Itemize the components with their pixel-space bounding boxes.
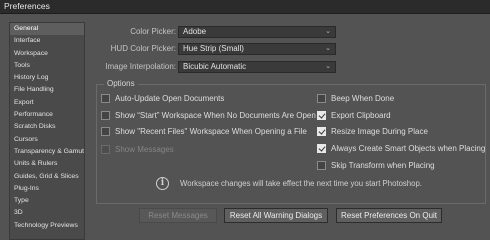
always-create-smart-objects-checkbox[interactable] (317, 144, 326, 153)
sidebar-item-technology-previews[interactable]: Technology Previews (10, 220, 84, 232)
auto-update-open-documents-checkbox[interactable] (101, 94, 110, 103)
window-title: Preferences (0, 0, 490, 14)
hud-color-picker-value: Hue Strip (Small) (183, 44, 244, 53)
color-picker-value: Adobe (183, 27, 207, 36)
sidebar-item-performance[interactable]: Performance (10, 109, 84, 121)
show-recent-files-workspace-label: Show "Recent Files" Workspace When Openi… (115, 127, 307, 136)
info-icon: i (156, 177, 169, 190)
resize-image-during-place-label: Resize Image During Place (331, 127, 428, 136)
sidebar-item-tools[interactable]: Tools (10, 60, 84, 72)
show-start-workspace-checkbox[interactable] (101, 111, 110, 120)
resize-image-during-place-checkbox[interactable] (317, 127, 326, 136)
sidebar-item-type[interactable]: Type (10, 195, 84, 207)
workspace-info-text: Workspace changes will take effect the n… (180, 179, 422, 188)
sidebar-item-units-rulers[interactable]: Units & Rulers (10, 158, 84, 170)
chevron-down-icon: ⌄ (325, 28, 331, 35)
export-clipboard-label: Export Clipboard (331, 111, 391, 120)
show-messages-checkbox (101, 145, 110, 154)
sidebar-item-scratch-disks[interactable]: Scratch Disks (10, 121, 84, 133)
show-recent-files-workspace-checkbox[interactable] (101, 127, 110, 136)
options-title: Options (104, 79, 138, 88)
reset-preferences-on-quit-button[interactable]: Reset Preferences On Quit (336, 208, 442, 223)
sidebar-item-cursors[interactable]: Cursors (10, 134, 84, 146)
always-create-smart-objects-label: Always Create Smart Objects when Placing (331, 144, 486, 153)
reset-all-warning-dialogs-button[interactable]: Reset All Warning Dialogs (224, 208, 328, 223)
color-picker-select[interactable]: Adobe ⌄ (178, 26, 336, 38)
reset-messages-button: Reset Messages (139, 208, 217, 223)
image-interpolation-label: Image Interpolation: (105, 62, 176, 71)
color-picker-label: Color Picker: (130, 27, 176, 36)
sidebar-item-file-handling[interactable]: File Handling (10, 84, 84, 96)
sidebar-item-history-log[interactable]: History Log (10, 72, 84, 84)
skip-transform-when-placing-checkbox[interactable] (317, 161, 326, 170)
sidebar-item-export[interactable]: Export (10, 97, 84, 109)
sidebar-item-guides-grid-slices[interactable]: Guides, Grid & Slices (10, 171, 84, 183)
hud-color-picker-select[interactable]: Hue Strip (Small) ⌄ (178, 43, 336, 55)
image-interpolation-select[interactable]: Bicubic Automatic ⌄ (178, 61, 336, 73)
sidebar-item-general[interactable]: General (10, 23, 84, 36)
beep-when-done-checkbox[interactable] (317, 94, 326, 103)
show-start-workspace-label: Show “Start” Workspace When No Documents… (115, 111, 316, 120)
chevron-down-icon: ⌄ (325, 63, 331, 70)
hud-color-picker-label: HUD Color Picker: (110, 44, 176, 53)
sidebar-item-interface[interactable]: Interface (10, 35, 84, 47)
image-interpolation-value: Bicubic Automatic (183, 62, 247, 71)
chevron-down-icon: ⌄ (325, 45, 331, 52)
sidebar-item-workspace[interactable]: Workspace (10, 48, 84, 60)
sidebar: General Interface Workspace Tools Histor… (9, 22, 85, 240)
sidebar-item-plug-ins[interactable]: Plug-Ins (10, 183, 84, 195)
sidebar-item-transparency-gamut[interactable]: Transparency & Gamut (10, 146, 84, 158)
export-clipboard-checkbox[interactable] (317, 111, 326, 120)
sidebar-item-3d[interactable]: 3D (10, 207, 84, 219)
auto-update-open-documents-label: Auto-Update Open Documents (115, 94, 225, 103)
beep-when-done-label: Beep When Done (331, 94, 395, 103)
skip-transform-when-placing-label: Skip Transform when Placing (331, 161, 435, 170)
show-messages-label: Show Messages (115, 145, 174, 154)
